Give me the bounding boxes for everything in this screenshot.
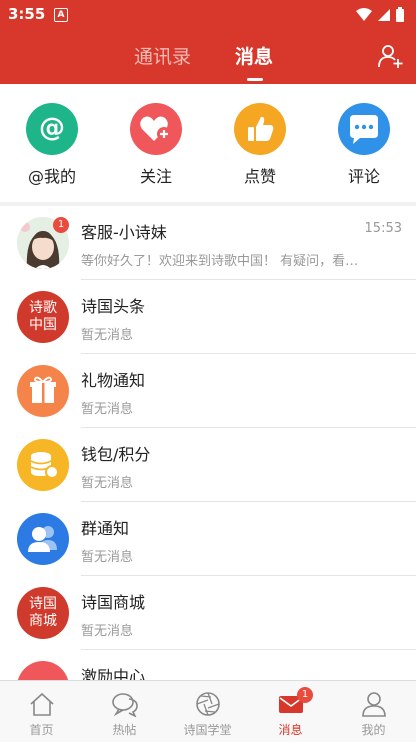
quick-mentions[interactable]: @ @我的 — [12, 103, 92, 187]
list-item-customer-service[interactable]: 1 客服-小诗妹 等你好久了！欢迎来到诗歌中国！ 有疑问，看… 15:53 — [0, 206, 416, 280]
message-preview: 暂无消息 — [81, 476, 134, 491]
battery-icon — [396, 9, 404, 22]
message-preview: 暂无消息 — [81, 624, 134, 639]
tab-contacts[interactable]: 通讯录 — [134, 42, 191, 69]
tab-label: 首页 — [29, 723, 54, 737]
message-title: 诗国头条 — [81, 297, 146, 316]
coins-stack-icon — [17, 439, 69, 491]
tab-messages[interactable]: 消息 — [235, 42, 273, 69]
message-list: 1 客服-小诗妹 等你好久了！欢迎来到诗歌中国！ 有疑问，看… 15:53 诗歌… — [0, 206, 416, 680]
top-header: 通讯录 消息 — [0, 30, 416, 84]
tab-label: 热帖 — [112, 723, 137, 737]
quick-actions: @ @我的 关注 点赞 评论 — [0, 84, 416, 202]
tab-label: 诗国学堂 — [183, 723, 232, 737]
tab-profile[interactable]: 我的 — [332, 681, 415, 742]
tab-home[interactable]: 首页 — [0, 681, 83, 742]
poetry-mall-seal-icon: 诗国 商城 — [17, 587, 69, 639]
message-title: 群通知 — [81, 519, 130, 538]
gift-icon — [17, 365, 69, 417]
unread-badge: 1 — [53, 217, 69, 233]
at-icon: @ — [26, 103, 78, 155]
list-item-poetry-headlines[interactable]: 诗歌 中国 诗国头条 暂无消息 — [0, 280, 416, 354]
message-title: 钱包/积分 — [81, 445, 151, 464]
quick-comments[interactable]: 评论 — [324, 103, 404, 187]
add-person-icon[interactable] — [378, 43, 404, 69]
seal-text-line1: 诗歌 — [29, 300, 57, 316]
signal-icon — [378, 9, 390, 21]
tab-hot-posts[interactable]: 热帖 — [83, 681, 166, 742]
message-title: 客服-小诗妹 — [81, 223, 167, 242]
group-people-icon — [17, 513, 69, 565]
tab-label: 消息 — [278, 723, 303, 737]
tab-label: 我的 — [361, 723, 386, 737]
message-preview: 等你好久了！欢迎来到诗歌中国！ 有疑问，看… — [81, 254, 359, 269]
message-time: 15:53 — [364, 221, 402, 236]
list-item-poetry-mall[interactable]: 诗国 商城 诗国商城 暂无消息 — [0, 576, 416, 650]
tab-messages-bottom[interactable]: 1 消息 — [249, 681, 332, 742]
list-item-gift-notice[interactable]: 礼物通知 暂无消息 — [0, 354, 416, 428]
message-preview: 暂无消息 — [81, 402, 134, 417]
incentive-icon — [17, 661, 69, 680]
wifi-icon — [356, 8, 372, 21]
message-title: 诗国商城 — [81, 593, 146, 612]
bottom-tab-bar: 首页 热帖 诗国学堂 1 消息 我的 — [0, 680, 416, 742]
quick-follow[interactable]: 关注 — [116, 103, 196, 187]
quick-likes[interactable]: 点赞 — [220, 103, 300, 187]
message-title: 激励中心 — [81, 667, 146, 680]
seal-text-line1: 诗国 — [29, 596, 57, 612]
quick-likes-label: 点赞 — [243, 167, 276, 186]
quick-comments-label: 评论 — [347, 167, 380, 186]
tab-poetry-academy[interactable]: 诗国学堂 — [166, 681, 249, 742]
unread-badge: 1 — [297, 687, 313, 703]
status-time: 3:55 — [8, 5, 46, 23]
heart-plus-icon — [130, 103, 182, 155]
comment-icon — [338, 103, 390, 155]
quick-follow-label: 关注 — [139, 167, 172, 186]
thumbs-up-icon — [234, 103, 286, 155]
aperture-icon — [196, 692, 220, 716]
active-tab-indicator — [247, 78, 263, 81]
message-title: 礼物通知 — [81, 371, 146, 390]
system-status-icons — [356, 7, 404, 22]
message-preview: 暂无消息 — [81, 328, 134, 343]
quick-mentions-label: @我的 — [27, 167, 76, 186]
seal-text-line2: 商城 — [29, 613, 57, 629]
person-icon — [362, 692, 386, 717]
home-icon — [30, 692, 54, 716]
seal-text-line2: 中国 — [29, 317, 57, 333]
list-item-wallet-points[interactable]: 钱包/积分 暂无消息 — [0, 428, 416, 502]
list-item-group-notice[interactable]: 群通知 暂无消息 — [0, 502, 416, 576]
message-preview: 暂无消息 — [81, 550, 134, 565]
poetry-china-seal-icon: 诗歌 中国 — [17, 291, 69, 343]
chat-bubbles-icon — [112, 693, 138, 717]
list-item-incentive-center[interactable]: 激励中心 — [0, 650, 416, 680]
notification-app-icon: A — [54, 8, 68, 22]
status-bar: 3:55 A — [0, 0, 416, 30]
